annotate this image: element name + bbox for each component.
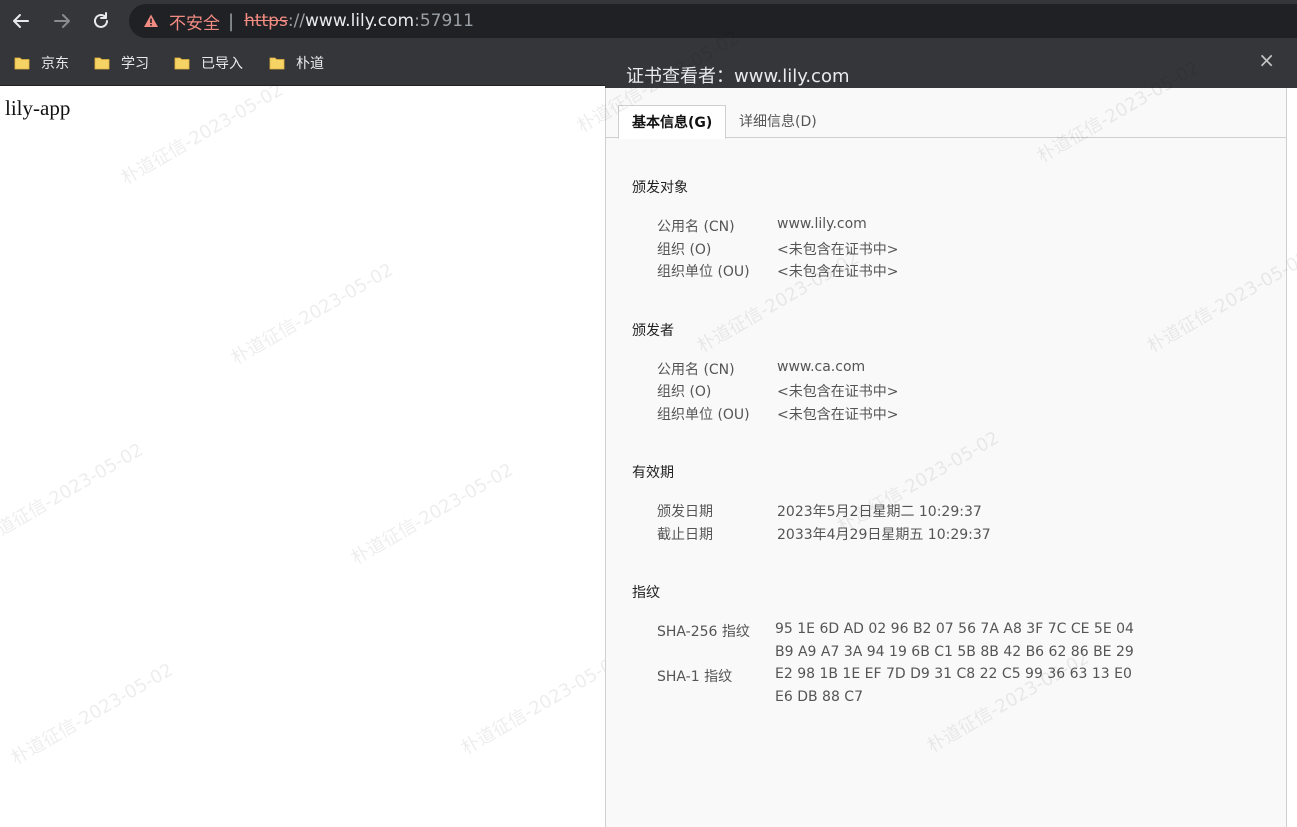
field-value: <未包含在证书中> (777, 264, 899, 280)
bookmark-label: 朴道 (296, 56, 324, 72)
fingerprint-value: E6 DB 88 C7 (775, 689, 863, 705)
cert-viewer-header: 证书查看者：www.lily.com × (605, 42, 1297, 88)
section-title-issued-by: 颁发者 (632, 323, 674, 339)
field-label: 截止日期 (657, 527, 713, 543)
url-separator: :// (287, 11, 306, 31)
bookmark-label: 已导入 (201, 56, 243, 72)
watermark: 朴道征信-2023-05-02 (347, 459, 517, 570)
section-title-issued-to: 颁发对象 (632, 180, 688, 196)
folder-icon (14, 57, 30, 70)
watermark: 朴道征信-2023-05-02 (1143, 247, 1297, 358)
watermark: 朴道征信-2023-05-02 (457, 649, 627, 760)
section-title-fingerprints: 指纹 (632, 585, 660, 601)
watermark: 朴道征信-2023-05-02 (0, 439, 147, 550)
fingerprint-value: E2 98 1B 1E EF 7D D9 31 C8 22 C5 99 36 6… (775, 666, 1132, 682)
url-port: :57911 (414, 11, 474, 31)
field-value: 2023年5月2日星期二 10:29:37 (777, 504, 982, 520)
browser-toolbar: 不安全 | https://www.lily.com:57911 (0, 0, 1297, 42)
field-value: www.lily.com (777, 216, 867, 232)
folder-icon (94, 57, 110, 70)
url-text[interactable]: https://www.lily.com:57911 (244, 11, 474, 31)
bookmark-folder[interactable]: 朴道 (269, 53, 324, 73)
field-value: <未包含在证书中> (777, 384, 899, 400)
field-label: 组织 (O) (657, 242, 712, 258)
url-scheme: https (244, 11, 288, 31)
cert-tabs: 基本信息(G) 详细信息(D) (606, 105, 1286, 139)
arrow-right-icon (54, 14, 70, 28)
arrow-left-icon (13, 14, 29, 28)
field-label: 颁发日期 (657, 504, 713, 520)
forward-button[interactable] (49, 8, 75, 34)
tab-details[interactable]: 详细信息(D) (726, 105, 830, 137)
url-host: www.lily.com (305, 11, 415, 31)
bookmark-folder[interactable]: 已导入 (174, 53, 243, 73)
fingerprint-value: 95 1E 6D AD 02 96 B2 07 56 7A A8 3F 7C C… (775, 621, 1134, 637)
field-value: www.ca.com (777, 359, 866, 375)
watermark: 朴道征信-2023-05-02 (227, 259, 397, 370)
back-button[interactable] (8, 8, 34, 34)
field-label: SHA-1 指纹 (657, 669, 733, 685)
field-value: <未包含在证书中> (777, 242, 899, 258)
security-status-label[interactable]: 不安全 (169, 9, 220, 34)
field-value: 2033年4月29日星期五 10:29:37 (777, 527, 991, 543)
watermark: 朴道征信-2023-05-02 (923, 647, 1093, 758)
field-label: 公用名 (CN) (657, 219, 735, 235)
page-body-text: lily-app (5, 96, 71, 120)
watermark: 朴道征信-2023-05-02 (117, 79, 287, 190)
field-label: 公用名 (CN) (657, 362, 735, 378)
field-label: 组织单位 (OU) (657, 264, 750, 280)
bookmark-label: 京东 (41, 56, 69, 72)
cert-viewer-body: 基本信息(G) 详细信息(D) 颁发对象 公用名 (CN) www.lily.c… (574, 27, 1297, 827)
reload-button[interactable] (88, 8, 114, 34)
close-button[interactable]: × (1258, 48, 1275, 72)
omnibox-divider: | (228, 10, 235, 32)
field-value: <未包含在证书中> (777, 407, 899, 423)
bookmark-label: 学习 (121, 56, 149, 72)
cert-viewer-title: 证书查看者：www.lily.com (626, 66, 850, 87)
field-label: 组织单位 (OU) (657, 407, 750, 423)
reload-icon (94, 12, 108, 28)
field-label: 组织 (O) (657, 384, 712, 400)
tab-general[interactable]: 基本信息(G) (618, 105, 727, 139)
close-icon: × (1258, 48, 1275, 72)
folder-icon (174, 57, 190, 70)
address-bar[interactable]: 不安全 | https://www.lily.com:57911 (129, 4, 1297, 38)
field-label: SHA-256 指纹 (657, 624, 750, 640)
folder-icon (269, 57, 285, 70)
watermark: 朴道征信-2023-05-02 (7, 659, 177, 770)
bookmark-folder[interactable]: 京东 (14, 53, 69, 73)
section-title-validity: 有效期 (632, 465, 674, 481)
bookmark-folder[interactable]: 学习 (94, 53, 149, 73)
fingerprint-value: B9 A9 A7 3A 94 19 6B C1 5B 8B 42 B6 62 8… (775, 644, 1134, 660)
warning-triangle-icon[interactable] (143, 13, 159, 29)
